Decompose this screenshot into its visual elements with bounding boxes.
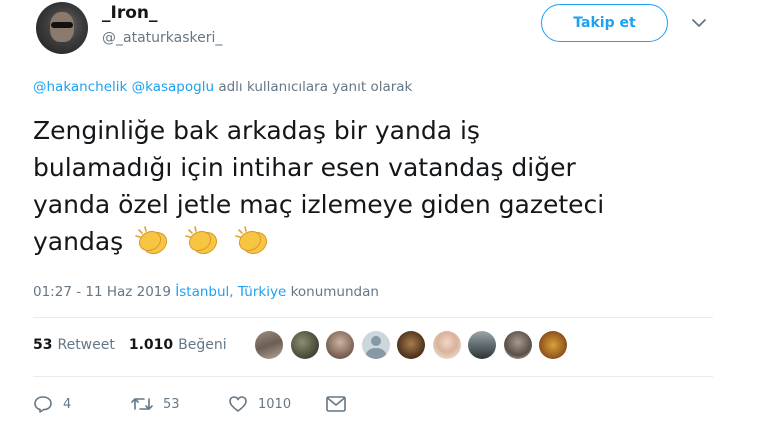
author-handle[interactable]: @_ataturkaskeri_ <box>102 30 222 46</box>
divider <box>33 317 713 318</box>
retweet-action[interactable]: 53 <box>131 394 228 414</box>
tweet-timestamp[interactable]: 01:27 - 11 Haz 2019 <box>33 284 171 300</box>
tweet-location[interactable]: İstanbul, Türkiye <box>175 284 286 300</box>
heart-icon <box>229 396 247 412</box>
follow-button[interactable]: Takip et <box>541 4 668 42</box>
liker-avatar[interactable] <box>326 331 354 359</box>
mention-link-2[interactable]: @kasapoglu <box>132 79 214 95</box>
liker-avatar[interactable] <box>361 331 390 359</box>
reply-icon <box>34 396 52 413</box>
direct-message-action[interactable] <box>325 395 347 413</box>
tweet-line-last: yandaş <box>33 223 723 260</box>
retweet-label: Retweet <box>57 337 115 353</box>
author-name[interactable]: _Iron_ <box>102 3 158 23</box>
tweet-meta: 01:27 - 11 Haz 2019 İstanbul, Türkiye ko… <box>33 284 379 300</box>
tweet-stats: 53 Retweet 1.010 Beğeni <box>33 337 241 353</box>
like-stat[interactable]: 1.010 Beğeni <box>129 337 227 353</box>
divider <box>33 376 713 377</box>
like-action-count: 1010 <box>258 396 292 412</box>
reply-suffix: adlı kullanıcılara yanıt olarak <box>218 79 413 95</box>
liker-avatar[interactable] <box>468 331 496 359</box>
liker-avatar[interactable] <box>432 331 461 359</box>
retweet-count: 53 <box>33 337 53 353</box>
tweet-text: Zenginliğe bak arkadaş bir yanda iş bula… <box>33 112 723 260</box>
mention-link-1[interactable]: @hakanchelik <box>33 79 127 95</box>
like-action[interactable]: 1010 <box>228 394 325 414</box>
tweet-line: bulamadığı için intihar esen vatandaş di… <box>33 153 576 182</box>
retweet-action-count: 53 <box>163 396 180 412</box>
tweet-line: yanda özel jetle maç izlemeye giden gaze… <box>33 190 605 219</box>
reply-action[interactable]: 4 <box>33 394 131 414</box>
envelope-icon <box>326 396 346 412</box>
reply-context: @hakanchelik @kasapoglu adlı kullanıcıla… <box>33 79 412 95</box>
liker-avatar[interactable] <box>503 331 532 359</box>
reply-count: 4 <box>63 396 72 412</box>
clapping-hands-icon <box>235 226 268 255</box>
liker-avatar[interactable] <box>539 331 567 359</box>
liker-avatar[interactable] <box>290 331 319 359</box>
like-count: 1.010 <box>128 337 174 353</box>
clapping-hands-icon <box>135 226 168 255</box>
like-label: Beğeni <box>178 337 227 353</box>
liker-avatar[interactable] <box>255 331 283 359</box>
retweet-stat[interactable]: 53 Retweet <box>33 337 115 353</box>
tweet-line: yandaş <box>33 227 124 256</box>
location-suffix: konumundan <box>290 284 379 300</box>
tweet-actions: 4 53 1010 <box>33 394 347 414</box>
avatar-sunglasses <box>51 22 73 28</box>
liker-avatar[interactable] <box>397 331 425 359</box>
liker-avatars <box>255 331 575 361</box>
tweet-header: _Iron_ @_ataturkaskeri_ Takip et <box>0 0 760 62</box>
retweet-icon <box>131 398 153 410</box>
tweet-line: Zenginliğe bak arkadaş bir yanda iş <box>33 116 480 145</box>
author-avatar[interactable] <box>36 2 88 54</box>
clapping-hands-icon <box>185 226 218 255</box>
chevron-down-icon[interactable] <box>688 12 710 34</box>
